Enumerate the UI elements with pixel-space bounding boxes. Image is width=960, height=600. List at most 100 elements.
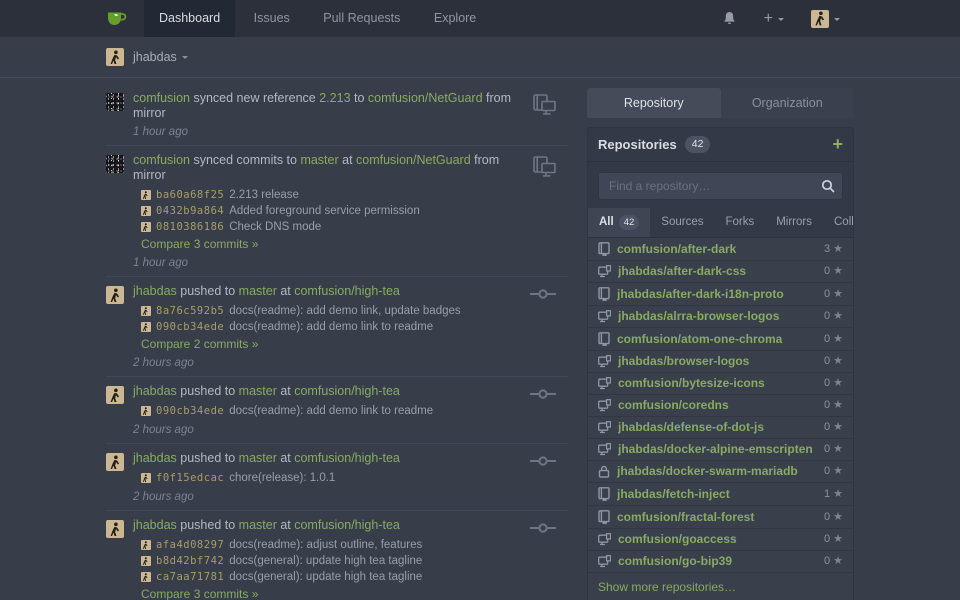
actor-avatar[interactable]	[106, 93, 124, 111]
repo-name: comfusion/goaccess	[618, 533, 817, 546]
commit-sha-link[interactable]: afa4d08297	[156, 539, 224, 551]
commit-sha-link[interactable]: ca7aa71781	[156, 571, 224, 583]
actor-avatar[interactable]	[106, 520, 124, 538]
repo-count-badge: 42	[685, 136, 711, 153]
repo-list-item[interactable]: jhabdas/docker-alpine-emscripten0★	[588, 439, 853, 461]
commit-sha-link[interactable]: 0432b9a864	[156, 205, 224, 217]
repo-filter-tab[interactable]: Forks	[714, 208, 765, 238]
repo-mirror-icon	[598, 399, 611, 412]
feed-headline: jhabdas pushed to master at comfusion/hi…	[133, 518, 518, 533]
repo-list-item[interactable]: comfusion/goaccess0★	[588, 529, 853, 551]
commit-author-avatar[interactable]	[141, 322, 151, 332]
nav-explore[interactable]: Explore	[419, 0, 491, 37]
repo-list-item[interactable]: jhabdas/after-dark-css0★	[588, 261, 853, 283]
actor-link[interactable]: comfusion	[133, 91, 190, 105]
repo-list-item[interactable]: jhabdas/docker-swarm-mariadb0★	[588, 461, 853, 483]
commit-row: 8a76c592b5docs(readme): add demo link, u…	[141, 303, 518, 319]
repo-link[interactable]: comfusion/high-tea	[294, 451, 400, 465]
commit-author-avatar[interactable]	[141, 406, 151, 416]
repo-filter-tab[interactable]: Collaborative	[823, 208, 854, 238]
commit-author-avatar[interactable]	[141, 556, 151, 566]
repo-list-item[interactable]: jhabdas/fetch-inject1★	[588, 483, 853, 506]
compare-commits-link[interactable]: Compare 2 commits »	[141, 337, 518, 352]
repo-list-item[interactable]: jhabdas/alrra-browser-logos0★	[588, 306, 853, 328]
repo-link[interactable]: comfusion/high-tea	[294, 518, 400, 532]
repo-filter-tab[interactable]: Mirrors	[765, 208, 823, 238]
commit-sha-link[interactable]: ba60a68f25	[156, 189, 224, 201]
actor-avatar[interactable]	[106, 453, 124, 471]
commit-sha-link[interactable]: f0f15edcac	[156, 472, 224, 484]
compare-commits-link[interactable]: Compare 3 commits »	[141, 237, 518, 252]
repo-filter-tab[interactable]: All42	[588, 208, 650, 238]
user-menu-dropdown[interactable]	[811, 10, 840, 28]
repo-list-item[interactable]: comfusion/after-dark3★	[588, 238, 853, 261]
commit-author-avatar[interactable]	[141, 306, 151, 316]
branch-or-ref-link[interactable]: master	[300, 153, 338, 167]
repo-list-item[interactable]: comfusion/atom-one-chroma0★	[588, 328, 853, 351]
actor-avatar[interactable]	[106, 155, 124, 173]
branch-or-ref-link[interactable]: 2.213	[319, 91, 350, 105]
repo-list-item[interactable]: comfusion/fractal-forest0★	[588, 506, 853, 529]
mirror-icon	[533, 94, 556, 118]
filter-label: Sources	[661, 216, 703, 228]
nav-dashboard[interactable]: Dashboard	[144, 0, 235, 37]
repo-list-item[interactable]: jhabdas/defense-of-dot-js0★	[588, 417, 853, 439]
repo-list-item[interactable]: jhabdas/after-dark-i18n-proto0★	[588, 283, 853, 306]
commit-sha-link[interactable]: 090cb34ede	[156, 405, 224, 417]
compare-commits-link[interactable]: Compare 3 commits »	[141, 587, 518, 600]
star-icon: ★	[833, 377, 843, 390]
commit-author-avatar[interactable]	[141, 190, 151, 200]
create-new-dropdown[interactable]: +	[764, 11, 784, 27]
repo-name: jhabdas/docker-swarm-mariadb	[617, 465, 817, 478]
branch-or-ref-link[interactable]: master	[239, 518, 277, 532]
repo-search-input[interactable]	[598, 172, 843, 200]
commit-author-avatar[interactable]	[141, 473, 151, 483]
actor-link[interactable]: comfusion	[133, 153, 190, 167]
commit-message: docs(readme): add demo link to readme	[229, 321, 433, 333]
commit-row: ca7aa71781docs(general): update high tea…	[141, 569, 518, 585]
repo-icon	[598, 510, 610, 524]
actor-avatar[interactable]	[106, 286, 124, 304]
repo-list-item[interactable]: comfusion/go-bip390★	[588, 551, 853, 573]
notifications-button[interactable]	[722, 11, 737, 26]
repo-link[interactable]: comfusion/NetGuard	[356, 153, 471, 167]
commit-sha-link[interactable]: 8a76c592b5	[156, 305, 224, 317]
commit-author-avatar[interactable]	[141, 540, 151, 550]
repo-mirror-icon	[598, 421, 611, 434]
repo-link[interactable]: comfusion/high-tea	[294, 284, 400, 298]
show-more-repositories-link[interactable]: Show more repositories…	[588, 573, 853, 600]
branch-or-ref-link[interactable]: master	[239, 284, 277, 298]
repo-icon	[598, 332, 610, 346]
repo-list-item[interactable]: comfusion/coredns0★	[588, 395, 853, 417]
branch-or-ref-link[interactable]: master	[239, 384, 277, 398]
commit-row: b8d42bf742docs(general): update high tea…	[141, 553, 518, 569]
repo-link[interactable]: comfusion/high-tea	[294, 384, 400, 398]
context-user-switcher[interactable]: jhabdas	[124, 50, 188, 64]
commit-sha-link[interactable]: 090cb34ede	[156, 321, 224, 333]
repo-filter-tab[interactable]: Sources	[650, 208, 714, 238]
repo-list: comfusion/after-dark3★jhabdas/after-dark…	[588, 238, 853, 573]
actor-link[interactable]: jhabdas	[133, 384, 177, 398]
gitea-logo[interactable]	[106, 10, 128, 27]
tab-organization[interactable]: Organization	[721, 88, 855, 118]
nav-pull-requests[interactable]: Pull Requests	[308, 0, 415, 37]
new-repository-button[interactable]: +	[832, 137, 843, 151]
actor-link[interactable]: jhabdas	[133, 451, 177, 465]
repo-list-item[interactable]: jhabdas/browser-logos0★	[588, 351, 853, 373]
commit-author-avatar[interactable]	[141, 206, 151, 216]
commit-sha-link[interactable]: b8d42bf742	[156, 555, 224, 567]
commit-author-avatar[interactable]	[141, 572, 151, 582]
teacup-icon	[106, 10, 128, 27]
tab-repository[interactable]: Repository	[587, 88, 721, 118]
actor-avatar[interactable]	[106, 386, 124, 404]
commit-row: 0810386186Check DNS mode	[141, 219, 518, 235]
actor-link[interactable]: jhabdas	[133, 284, 177, 298]
branch-or-ref-link[interactable]: master	[239, 451, 277, 465]
repo-link[interactable]: comfusion/NetGuard	[368, 91, 483, 105]
repo-list-item[interactable]: comfusion/bytesize-icons0★	[588, 373, 853, 395]
nav-issues[interactable]: Issues	[239, 0, 305, 37]
commit-sha-link[interactable]: 0810386186	[156, 221, 224, 233]
commit-author-avatar[interactable]	[141, 222, 151, 232]
actor-link[interactable]: jhabdas	[133, 518, 177, 532]
star-icon: ★	[833, 555, 843, 568]
